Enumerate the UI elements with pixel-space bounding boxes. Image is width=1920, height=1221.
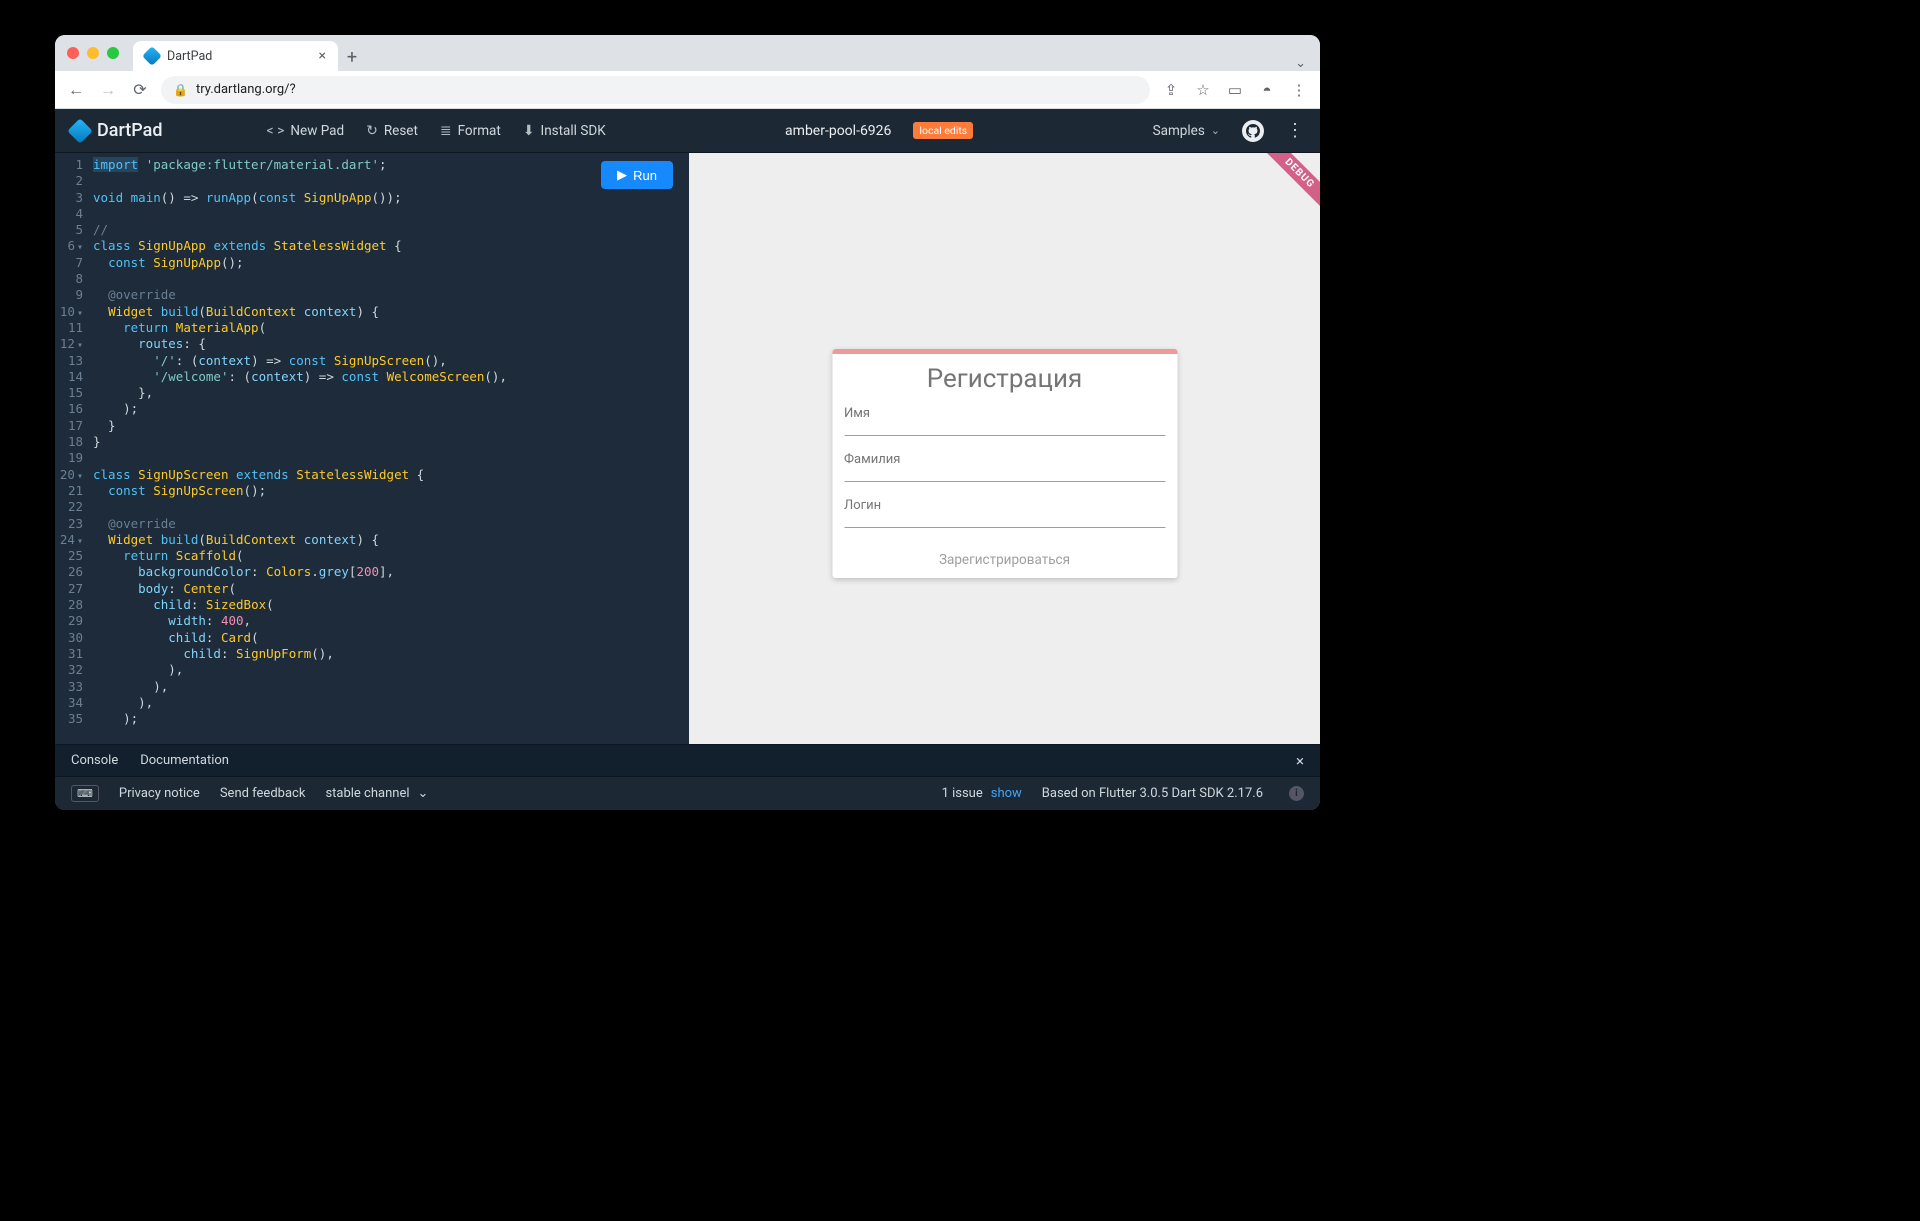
back-button[interactable]: ←: [65, 80, 87, 100]
browser-tabbar: DartPad × + ⌄: [55, 35, 1320, 71]
status-bar: ⌨ Privacy notice Send feedback stable ch…: [55, 776, 1320, 810]
github-icon[interactable]: [1242, 120, 1264, 142]
debug-ribbon: DEBUG: [1258, 153, 1320, 215]
new-pad-button[interactable]: < > New Pad: [267, 123, 345, 139]
login-label: Логин: [844, 498, 1165, 513]
tab-title: DartPad: [167, 49, 212, 64]
format-icon: ≣: [440, 123, 452, 139]
extensions-icon[interactable]: ▭: [1224, 81, 1246, 99]
tab-documentation[interactable]: Documentation: [140, 753, 229, 768]
last-name-field[interactable]: Фамилия: [832, 452, 1177, 498]
reset-button[interactable]: ↻ Reset: [366, 123, 418, 139]
reset-label: Reset: [384, 123, 418, 139]
channel-selector[interactable]: stable channel ⌄: [325, 786, 428, 801]
reload-button[interactable]: ⟳: [129, 80, 151, 99]
privacy-link[interactable]: Privacy notice: [119, 786, 200, 801]
tab-console[interactable]: Console: [71, 753, 118, 768]
install-label: Install SDK: [541, 123, 606, 139]
code-icon: < >: [267, 123, 285, 139]
dart-logo-icon: [67, 118, 92, 143]
card-title: Регистрация: [832, 354, 1177, 406]
minimize-window-button[interactable]: [87, 47, 99, 59]
maximize-window-button[interactable]: [107, 47, 119, 59]
run-button[interactable]: ▶ Run: [601, 161, 673, 189]
code-area[interactable]: import 'package:flutter/material.dart'; …: [89, 153, 689, 744]
version-text: Based on Flutter 3.0.5 Dart SDK 2.17.6: [1042, 786, 1263, 801]
channel-label: stable channel: [325, 786, 409, 801]
brand[interactable]: DartPad: [71, 120, 163, 141]
format-button[interactable]: ≣ Format: [440, 123, 501, 139]
brand-name: DartPad: [97, 120, 163, 141]
close-window-button[interactable]: [67, 47, 79, 59]
pad-name[interactable]: amber-pool-6926: [785, 123, 891, 139]
bookmark-icon[interactable]: ☆: [1192, 81, 1214, 99]
keyboard-icon[interactable]: ⌨: [71, 785, 99, 802]
window-controls: [67, 35, 133, 71]
share-icon[interactable]: ⇪: [1160, 81, 1182, 99]
tab-favicon: [142, 46, 162, 66]
chevron-down-icon: ⌄: [1211, 124, 1220, 137]
issues-count: 1 issue: [942, 786, 983, 801]
browser-menu-icon[interactable]: ⋮: [1288, 81, 1310, 99]
format-label: Format: [458, 123, 501, 139]
browser-tab[interactable]: DartPad ×: [133, 41, 338, 71]
bottom-tabs: Console Documentation ×: [55, 744, 1320, 776]
play-icon: ▶: [617, 167, 627, 183]
new-tab-button[interactable]: +: [338, 43, 366, 71]
chevron-down-icon: ⌄: [418, 786, 429, 801]
close-panel-button[interactable]: ×: [1296, 752, 1304, 770]
lock-icon: 🔒: [173, 83, 188, 97]
login-field[interactable]: Логин: [832, 498, 1177, 544]
reset-icon: ↻: [366, 123, 378, 139]
install-sdk-button[interactable]: ⬇ Install SDK: [523, 123, 606, 139]
last-name-label: Фамилия: [844, 452, 1165, 467]
preview-pane: DEBUG Регистрация Имя Фамилия Логин Заре…: [689, 153, 1320, 744]
url-input[interactable]: 🔒 try.dartlang.org/?: [161, 76, 1150, 104]
main-row: ▶ Run 123456▾78910▾1112▾1314151617181920▾…: [55, 153, 1320, 744]
samples-menu[interactable]: Samples ⌄: [1153, 123, 1220, 139]
run-label: Run: [633, 168, 657, 183]
window-tabs-chevron[interactable]: ⌄: [1281, 56, 1320, 71]
issues-show-link[interactable]: show: [991, 786, 1022, 801]
first-name-field[interactable]: Имя: [832, 406, 1177, 452]
url-text: try.dartlang.org/?: [196, 82, 296, 97]
profile-icon[interactable]: ◓: [1256, 81, 1278, 99]
info-icon[interactable]: i: [1289, 786, 1304, 801]
download-icon: ⬇: [523, 123, 535, 139]
app-toolbar: DartPad < > New Pad ↻ Reset ≣ Format ⬇ Insta…: [55, 109, 1320, 153]
first-name-label: Имя: [844, 406, 1165, 421]
samples-label: Samples: [1153, 123, 1205, 139]
new-pad-label: New Pad: [290, 123, 344, 139]
dartpad-app: DartPad < > New Pad ↻ Reset ≣ Format ⬇ Insta…: [55, 109, 1320, 810]
browser-addressbar: ← → ⟳ 🔒 try.dartlang.org/? ⇪ ☆ ▭ ◓ ⋮: [55, 71, 1320, 109]
line-gutter: 123456▾78910▾1112▾1314151617181920▾21222…: [55, 153, 89, 744]
signup-card: Регистрация Имя Фамилия Логин Зарегистри…: [832, 349, 1177, 578]
submit-button[interactable]: Зарегистрироваться: [832, 544, 1177, 578]
app-menu-icon[interactable]: ⋮: [1286, 120, 1304, 141]
code-editor[interactable]: ▶ Run 123456▾78910▾1112▾1314151617181920▾…: [55, 153, 689, 744]
local-edits-badge: local edits: [913, 122, 973, 139]
feedback-link[interactable]: Send feedback: [220, 786, 306, 801]
browser-window: DartPad × + ⌄ ← → ⟳ 🔒 try.dartlang.org/?…: [55, 35, 1320, 810]
close-tab-button[interactable]: ×: [319, 48, 326, 64]
forward-button[interactable]: →: [97, 80, 119, 100]
